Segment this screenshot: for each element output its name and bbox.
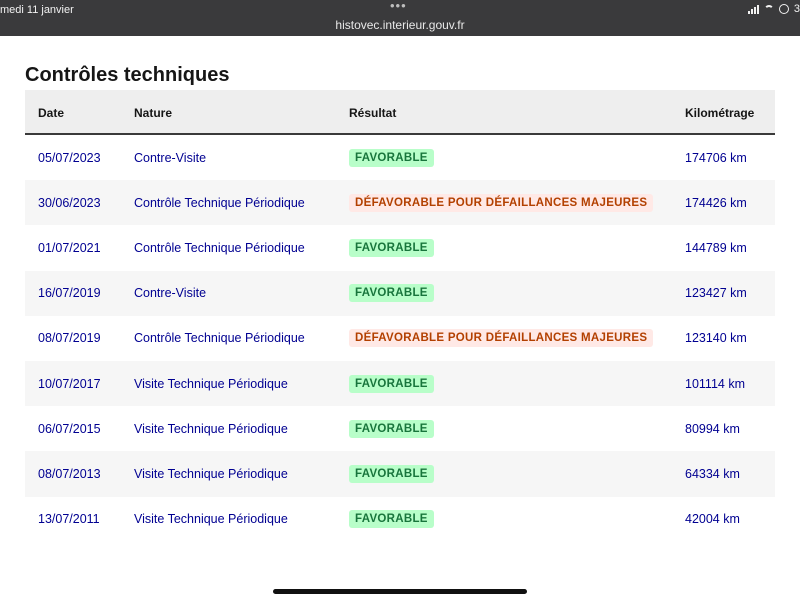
table-row: 13/07/2011 Visite Technique Périodique FAV…	[25, 496, 775, 542]
row-kilometrage: 101114 km	[685, 376, 745, 391]
row-kilometrage: 42004 km	[685, 512, 740, 527]
page-title: Contrôles techniques	[25, 64, 230, 86]
row-kilometrage: 174706 km	[685, 150, 747, 165]
table-row: 08/07/2013 Visite Technique Périodique FAV…	[25, 451, 775, 497]
table-row: 08/07/2019 Contrôle Technique Périodique D…	[25, 315, 775, 361]
status-badge: FAVORABLE	[349, 148, 434, 167]
row-nature: Contre-Visite	[134, 286, 207, 301]
home-indicator[interactable]	[273, 589, 527, 594]
row-date: 10/07/2017	[38, 376, 101, 391]
row-date: 08/07/2019	[38, 331, 101, 346]
header-nature: Nature	[134, 106, 173, 120]
table-row: 01/07/2021 Contrôle Technique Périodique F…	[25, 225, 775, 271]
row-result-cell: DÉFAVORABLE POUR DÉFAILLANCES MAJEURES	[349, 193, 654, 212]
row-date: 30/06/2023	[38, 195, 101, 210]
table-body: 05/07/2023 Contre-Visite FAVORABLE 174706 k…	[25, 135, 775, 542]
status-badge: DÉFAVORABLE POUR DÉFAILLANCES MAJEURES	[349, 193, 654, 212]
table-row: 30/06/2023 Contrôle Technique Périodique D…	[25, 180, 775, 226]
row-kilometrage: 123140 km	[685, 331, 747, 346]
header-kilometrage: Kilométrage	[685, 106, 755, 120]
wifi-icon	[763, 5, 774, 13]
row-nature: Contrôle Technique Périodique	[134, 331, 305, 346]
status-badge: FAVORABLE	[349, 419, 434, 438]
status-badge: FAVORABLE	[349, 238, 434, 257]
status-date: medi 11 janvier	[0, 4, 74, 16]
row-nature: Contrôle Technique Périodique	[134, 240, 305, 255]
browser-status-bar: medi 11 janvier ••• histovec.interieur.g…	[0, 0, 800, 36]
row-nature: Contre-Visite	[134, 150, 207, 165]
row-date: 05/07/2023	[38, 150, 101, 165]
row-nature: Visite Technique Périodique	[134, 421, 288, 436]
row-kilometrage: 144789 km	[685, 240, 747, 255]
row-result-cell: FAVORABLE	[349, 464, 434, 483]
row-result-cell: FAVORABLE	[349, 510, 434, 529]
orientation-lock-icon	[778, 4, 789, 14]
table-row: 16/07/2019 Contre-Visite FAVORABLE 123427 k…	[25, 270, 775, 316]
table-header: Date Nature Résultat Kilométrage	[25, 90, 775, 135]
row-date: 06/07/2015	[38, 421, 101, 436]
status-icons: 3	[747, 3, 800, 15]
status-badge: DÉFAVORABLE POUR DÉFAILLANCES MAJEURES	[349, 329, 654, 348]
status-badge: FAVORABLE	[349, 284, 434, 303]
row-date: 13/07/2011	[38, 512, 100, 527]
row-date: 01/07/2021	[38, 240, 101, 255]
table-row: 10/07/2017 Visite Technique Périodique FAV…	[25, 360, 775, 407]
row-date: 08/07/2013	[38, 466, 101, 481]
status-badge: FAVORABLE	[349, 374, 434, 393]
address-bar-url[interactable]: histovec.interieur.gouv.fr	[0, 18, 800, 32]
signal-icon	[747, 4, 759, 14]
row-kilometrage: 64334 km	[685, 466, 740, 481]
row-kilometrage: 123427 km	[685, 286, 747, 301]
row-kilometrage: 80994 km	[685, 421, 740, 436]
row-result-cell: FAVORABLE	[349, 419, 434, 438]
controles-table: Date Nature Résultat Kilométrage 05/07/2…	[25, 90, 775, 542]
row-result-cell: DÉFAVORABLE POUR DÉFAILLANCES MAJEURES	[349, 329, 654, 348]
row-nature: Visite Technique Périodique	[134, 466, 288, 481]
row-date: 16/07/2019	[38, 286, 101, 301]
table-row: 06/07/2015 Visite Technique Périodique FAV…	[25, 406, 775, 452]
row-result-cell: FAVORABLE	[349, 148, 434, 167]
table-row: 05/07/2023 Contre-Visite FAVORABLE 174706 k…	[25, 135, 775, 181]
status-badge: FAVORABLE	[349, 510, 434, 529]
row-result-cell: FAVORABLE	[349, 238, 434, 257]
row-nature: Visite Technique Périodique	[134, 376, 288, 391]
row-nature: Contrôle Technique Périodique	[134, 195, 305, 210]
row-result-cell: FAVORABLE	[349, 374, 434, 393]
row-kilometrage: 174426 km	[685, 195, 747, 210]
battery-percent: 3	[793, 3, 800, 15]
status-badge: FAVORABLE	[349, 464, 434, 483]
header-resultat: Résultat	[349, 106, 397, 120]
row-result-cell: FAVORABLE	[349, 284, 434, 303]
header-date: Date	[38, 106, 65, 120]
more-dots-icon[interactable]: •••	[390, 0, 407, 13]
row-nature: Visite Technique Périodique	[134, 512, 288, 527]
